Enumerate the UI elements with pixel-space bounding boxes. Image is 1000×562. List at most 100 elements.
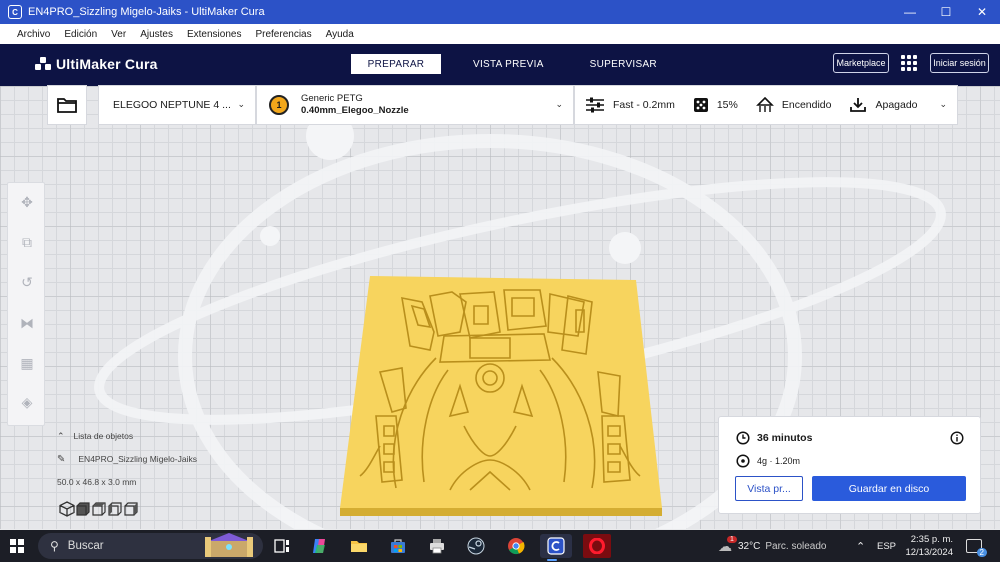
microsoft-store-icon[interactable]	[386, 534, 410, 558]
search-placeholder: Buscar	[67, 540, 104, 552]
right-view-icon[interactable]	[123, 501, 139, 517]
list-item[interactable]: ✎ EN4PRO_Sizzling Migelo-Jaiks	[57, 453, 197, 465]
marketplace-button[interactable]: Marketplace	[833, 53, 889, 73]
scale-tool-icon[interactable]: ⧉	[18, 233, 36, 251]
per-model-settings-icon[interactable]: ▦	[18, 354, 36, 372]
windows-taskbar: ⚲ Buscar ☁ 1 32°C Parc. soleado ⌃ ESP 2:…	[0, 530, 1000, 562]
3d-model-preview[interactable]	[340, 276, 662, 516]
weather-condition: Parc. soleado	[765, 540, 827, 552]
tab-preparar[interactable]: PREPARAR	[351, 54, 441, 74]
menu-preferencias[interactable]: Preferencias	[255, 29, 311, 40]
search-icon: ⚲	[50, 539, 59, 553]
printer-selector[interactable]: ELEGOO NEPTUNE 4 ... ⌄	[98, 85, 256, 125]
top-view-icon[interactable]	[91, 501, 107, 517]
chevron-down-icon: ⌄	[939, 99, 947, 109]
opera-icon[interactable]	[583, 534, 611, 558]
nozzle-name: 0.40mm_Elegoo_Nozzle	[301, 105, 409, 116]
tray-overflow-chevron-icon[interactable]: ⌃	[856, 530, 865, 562]
menu-bar: Archivo Edición Ver Ajustes Extensiones …	[0, 24, 1000, 44]
rotate-tool-icon[interactable]: ↺	[18, 273, 36, 291]
view-orientation-buttons	[59, 501, 139, 517]
search-highlight-illustration-icon	[205, 533, 253, 557]
menu-ayuda[interactable]: Ayuda	[326, 29, 354, 40]
extruder-badge: 1	[269, 95, 289, 115]
print-settings-selector[interactable]: Fast - 0.2mm 15% Encendido Apagado ⌄	[574, 85, 958, 125]
minimize-button[interactable]: —	[892, 5, 928, 19]
menu-edicion[interactable]: Edición	[64, 29, 97, 40]
adhesion-value: Apagado	[875, 99, 918, 111]
task-view-icon[interactable]	[270, 534, 294, 558]
chrome-icon[interactable]	[504, 534, 528, 558]
left-view-icon[interactable]	[107, 501, 123, 517]
copilot-icon[interactable]	[308, 534, 332, 558]
object-list-header: Lista de objetos	[73, 431, 134, 441]
weather-alert-badge: 1	[727, 535, 737, 543]
front-view-icon[interactable]	[75, 501, 91, 517]
mirror-tool-icon[interactable]: ⧓	[18, 314, 36, 332]
object-name: EN4PRO_Sizzling Migelo-Jaiks	[78, 454, 197, 464]
save-to-disk-button[interactable]: Guardar en disco	[812, 476, 966, 501]
print-time: 36 minutos	[757, 432, 813, 444]
open-file-button[interactable]	[47, 85, 87, 125]
preview-button[interactable]: Vista pr...	[735, 476, 803, 501]
move-tool-icon[interactable]: ✥	[18, 193, 36, 211]
infill-value: 15%	[716, 99, 738, 111]
tab-supervisar[interactable]: SUPERVISAR	[574, 54, 673, 74]
print-summary-panel: 36 minutos 4g · 1.20m Vista pr... Guarda…	[718, 416, 981, 514]
windows-start-icon[interactable]	[10, 539, 24, 553]
file-explorer-icon[interactable]	[347, 534, 371, 558]
3d-view-icon[interactable]	[59, 501, 75, 517]
title-bar: C EN4PRO_Sizzling Migelo-Jaiks - UltiMak…	[0, 0, 1000, 24]
print-material-usage: 4g · 1.20m	[757, 456, 801, 466]
weather-widget[interactable]: ☁ 1 32°C Parc. soleado	[718, 530, 827, 562]
maximize-button[interactable]: ☐	[928, 5, 964, 19]
support-value: Encendido	[781, 99, 832, 111]
spool-icon	[736, 454, 750, 468]
tool-panel: ✥ ⧉ ↺ ⧓ ▦ ◈	[7, 182, 45, 426]
chevron-down-icon: ⌄	[555, 99, 563, 109]
chevron-down-icon: ⌄	[237, 99, 245, 109]
taskbar-search[interactable]: ⚲ Buscar	[38, 533, 263, 559]
apps-grid-icon[interactable]	[901, 55, 917, 71]
clock-icon	[736, 431, 750, 445]
notification-count: 2	[976, 548, 987, 557]
steam-icon[interactable]	[464, 534, 488, 558]
temperature: 32°C	[738, 540, 761, 552]
weather-cloud-icon: ☁ 1	[718, 535, 737, 555]
profile-label: Fast - 0.2mm	[613, 99, 675, 111]
clock-date: 12/13/2024	[905, 547, 953, 558]
menu-extensiones[interactable]: Extensiones	[187, 29, 241, 40]
material-selector[interactable]: 1 Generic PETG 0.40mm_Elegoo_Nozzle ⌄	[256, 85, 574, 125]
material-name: Generic PETG	[301, 93, 363, 104]
support-icon	[755, 97, 774, 112]
menu-ver[interactable]: Ver	[111, 29, 126, 40]
cura-taskbar-icon[interactable]	[540, 534, 572, 561]
object-list-toggle[interactable]: ⌃ Lista de objetos	[57, 430, 197, 442]
printer-name: ELEGOO NEPTUNE 4 ...	[113, 99, 231, 111]
pencil-icon: ✎	[57, 453, 66, 465]
support-blocker-icon[interactable]: ◈	[18, 393, 36, 411]
sliders-icon	[586, 97, 604, 113]
folder-icon	[57, 98, 77, 113]
notifications-button[interactable]: 2	[966, 530, 987, 562]
chevron-up-icon: ⌃	[57, 430, 65, 441]
window-title: EN4PRO_Sizzling Migelo-Jaiks - UltiMaker…	[28, 6, 265, 18]
cura-app-icon: C	[8, 5, 22, 19]
clock-time: 2:35 p. m.	[910, 534, 953, 545]
language-indicator[interactable]: ESP	[877, 530, 896, 562]
close-button[interactable]: ✕	[964, 5, 1000, 19]
signin-button[interactable]: Iniciar sesión	[930, 53, 989, 73]
logo-text: UltiMaker Cura	[56, 56, 158, 72]
printer-app-icon[interactable]	[425, 534, 449, 558]
app-logo: UltiMaker Cura	[35, 56, 158, 72]
adhesion-icon	[850, 98, 867, 112]
menu-ajustes[interactable]: Ajustes	[140, 29, 173, 40]
clock[interactable]: 2:35 p. m. 12/13/2024	[903, 530, 953, 562]
tab-vista-previa[interactable]: VISTA PREVIA	[457, 54, 560, 74]
notification-icon: 2	[966, 539, 987, 557]
info-icon[interactable]	[950, 431, 964, 445]
object-list: ⌃ Lista de objetos ✎ EN4PRO_Sizzling Mig…	[57, 430, 197, 499]
menu-archivo[interactable]: Archivo	[17, 29, 50, 40]
app-header: UltiMaker Cura PREPARAR VISTA PREVIA SUP…	[0, 44, 1000, 86]
object-dimensions: 50.0 x 46.8 x 3.0 mm	[57, 477, 137, 487]
